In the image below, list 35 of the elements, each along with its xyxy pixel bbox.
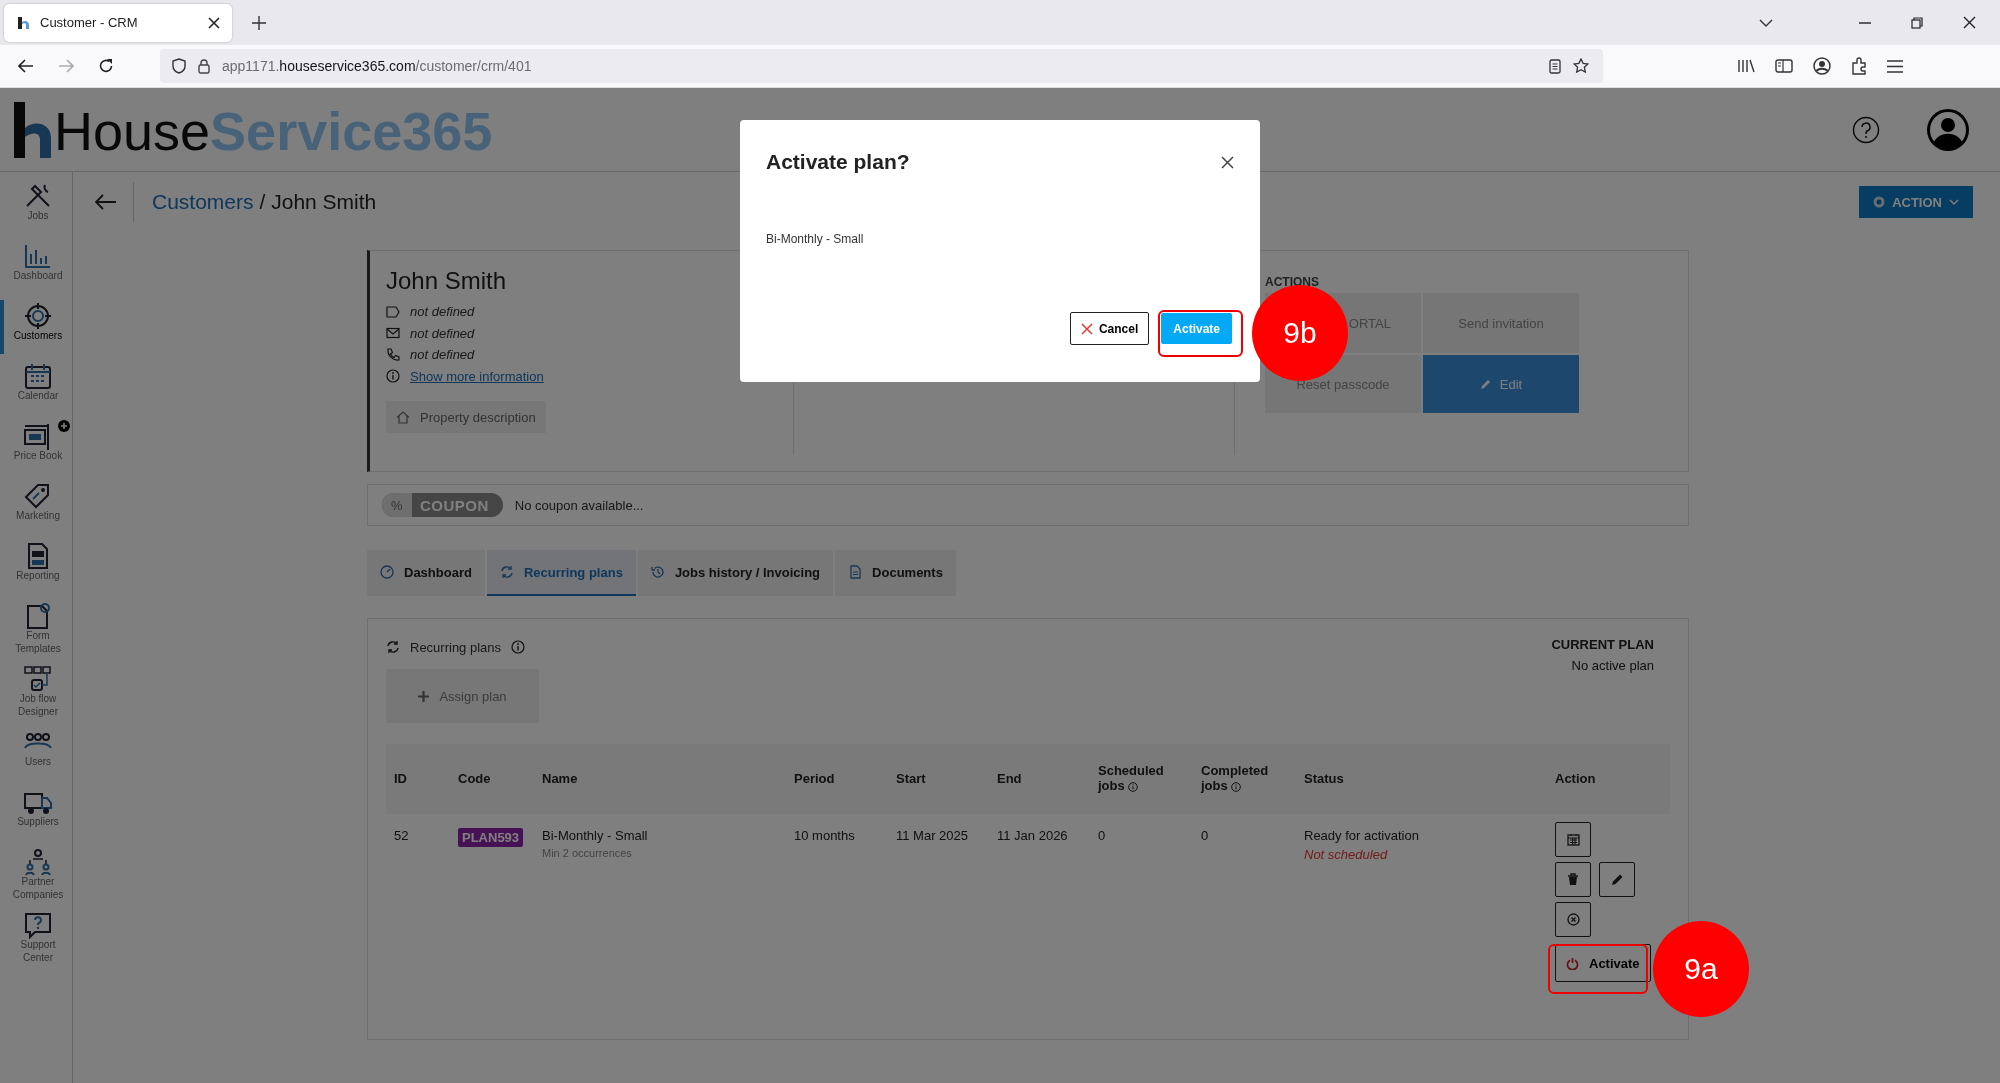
coupon-status: No coupon available... [514, 497, 644, 513]
column-header: Status [1304, 770, 1344, 786]
table-cell: 0 [1098, 828, 1106, 843]
table-cell: 52 [394, 828, 409, 843]
plan-code-badge: PLAN593 [458, 828, 524, 847]
table-cell: 10 months [794, 828, 855, 843]
table-cell: 0 [1201, 828, 1209, 843]
table-cell: Ready for activation [1304, 828, 1419, 843]
contact-detail: not defined [410, 347, 475, 363]
plans-title: Recurring plans [410, 639, 502, 655]
column-header: Completed jobs [1201, 763, 1269, 793]
column-header: Scheduled jobs [1098, 763, 1164, 793]
column-header: Period [794, 770, 835, 786]
logo-text: HouseService365 [54, 103, 493, 158]
table-cell: 11 Mar 2025 [896, 828, 969, 843]
column-header: End [997, 770, 1022, 786]
table-cell: Bi-Monthly - Small [542, 828, 648, 843]
current-plan-value: No active plan [1570, 658, 1654, 673]
dialog-message: Bi-Monthly - Small [766, 232, 865, 246]
column-header: Start [896, 770, 926, 786]
plan-note: Min 2 occurrences [542, 847, 632, 859]
column-header: Name [542, 770, 578, 786]
column-header: ID [394, 770, 407, 786]
contact-detail: not defined [410, 325, 475, 341]
customer-name: John Smith [386, 267, 508, 295]
breadcrumb-current: / John Smith [259, 190, 377, 214]
step-marker: 9a [1653, 921, 1749, 1017]
column-header: Action [1555, 770, 1596, 786]
dialog-title: Activate plan? [766, 150, 910, 174]
table-cell: 11 Jan 2026 [997, 828, 1068, 843]
status-note: Not scheduled [1304, 847, 1388, 862]
url-text: app1171.houseservice365.com/customer/crm/401 [222, 58, 532, 74]
column-header: Code [458, 770, 491, 786]
current-plan-heading: CURRENT PLAN [1551, 637, 1654, 652]
contact-detail: not defined [410, 304, 475, 320]
